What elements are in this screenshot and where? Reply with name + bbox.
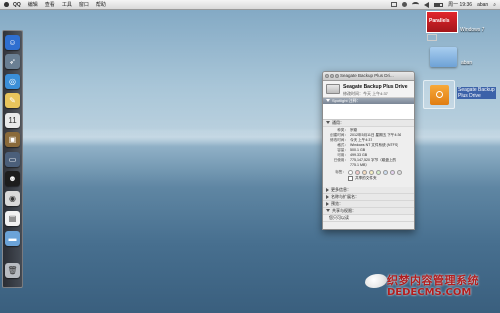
label-green-swatch[interactable] — [376, 169, 381, 175]
more-info-section[interactable]: 更多信息： — [323, 187, 414, 194]
general-info: 种类： 宗卷 创建时间： 2012年5月11日 星期五 下午4:36 修改时间： 今天 上… — [323, 127, 414, 169]
menu-item-view[interactable]: 查看 — [45, 1, 55, 8]
general-section-header[interactable]: 通用： — [323, 120, 414, 127]
home-folder-icon[interactable] — [430, 47, 457, 67]
menu-item-window[interactable]: 窗口 — [79, 1, 89, 8]
parallels-badge: Parallels — [429, 18, 450, 24]
box-icon[interactable] — [391, 2, 398, 7]
label-purple-swatch[interactable] — [390, 169, 395, 175]
trash-icon[interactable]: 🗑 — [5, 263, 20, 278]
preview-section[interactable]: 预览： — [323, 201, 414, 208]
close-button[interactable] — [325, 74, 329, 78]
watermark: 织梦内容管理系统 DEDECMS.COM — [365, 272, 495, 308]
safari-icon-glyph: ◎ — [9, 77, 16, 86]
wifi-icon[interactable] — [412, 2, 420, 7]
info-value: 775.1 MB） — [350, 163, 369, 167]
dot-icon[interactable] — [402, 2, 408, 7]
menu-item-tools[interactable]: 工具 — [62, 1, 72, 8]
menu-item-edit[interactable]: 编辑 — [28, 1, 38, 8]
watermark-line2: DEDECMS.COM — [387, 287, 472, 298]
disclosure-triangle-icon — [326, 209, 330, 213]
disclosure-triangle-icon — [326, 187, 329, 192]
external-drive-label: Seagate Backup Plus Drive — [457, 87, 496, 99]
folder-icon[interactable]: ▬ — [5, 231, 20, 246]
qq-icon-glyph: ☻ — [8, 174, 17, 183]
window-titlebar[interactable]: Seagate Backup Plus Dri... — [323, 72, 414, 81]
label-key: 标签： — [335, 170, 346, 174]
clock[interactable]: 周一 19:36 — [448, 1, 472, 8]
monitor-icon[interactable]: ▭ — [5, 152, 20, 167]
qq-icon[interactable]: ☻ — [5, 171, 20, 186]
disclosure-triangle-icon — [326, 201, 329, 206]
folder-icon-glyph: ▬ — [8, 234, 17, 243]
label-orange-swatch[interactable] — [362, 169, 367, 175]
usb-icon — [436, 91, 443, 98]
finder-icon-glyph: ☺ — [8, 38, 17, 47]
chrome-icon-glyph: ◉ — [9, 194, 16, 203]
photos-icon-glyph: ▣ — [8, 135, 17, 144]
sharing-permissions-section[interactable]: 共享与权限： — [323, 208, 414, 215]
info-key — [326, 163, 350, 168]
menu-bar: QQ 编辑 查看 工具 窗口 帮助 周一 19:36 aban ⌕ — [0, 0, 500, 10]
volume-name: Seagate Backup Plus Drive — [343, 84, 408, 90]
permissions-note: 您只可以读 — [323, 215, 414, 222]
spotlight-icon[interactable]: ⌕ — [493, 2, 496, 8]
menu-item-help[interactable]: 帮助 — [96, 1, 106, 8]
window-title: Seagate Backup Plus Dri... — [340, 73, 394, 78]
spotlight-comments-field[interactable] — [323, 104, 414, 120]
disclosure-triangle-icon — [326, 99, 330, 103]
notes-icon[interactable]: ✎ — [5, 93, 20, 108]
dock: ☺ ➶ ◎ ✎ 11 ▣ ▭ ☻ ◉ ▤ ▬ 🗑 — [2, 30, 23, 288]
info-header: Seagate Backup Plus Drive 修改时间：今天 上午4:37 — [323, 81, 414, 98]
calendar-icon-glyph: 11 — [8, 116, 17, 125]
label-gray-swatch[interactable] — [397, 169, 402, 175]
photos-icon[interactable]: ▣ — [5, 132, 20, 147]
finder-icon[interactable]: ☺ — [5, 35, 20, 50]
apple-icon[interactable] — [4, 2, 9, 7]
calendar-icon[interactable]: 11 — [5, 113, 20, 128]
label-blue-swatch[interactable] — [383, 169, 388, 175]
parallels-vm-icon[interactable]: Parallels — [426, 11, 458, 33]
monitor-icon-glyph: ▭ — [8, 155, 17, 164]
label-yellow-swatch[interactable] — [369, 169, 374, 175]
menu-app-name[interactable]: QQ — [13, 2, 21, 8]
disclosure-triangle-icon — [326, 121, 330, 125]
home-folder-label: aban — [461, 60, 473, 66]
document-icon[interactable]: ▤ — [5, 211, 20, 226]
info-row: 775.1 MB） — [326, 163, 411, 168]
rocket-icon-glyph: ➶ — [9, 57, 16, 66]
chrome-icon[interactable]: ◉ — [5, 191, 20, 206]
name-extension-section[interactable]: 名称与扩展名： — [323, 194, 414, 201]
drive-icon — [326, 84, 340, 94]
safari-icon[interactable]: ◎ — [5, 74, 20, 89]
monitor-small-icon — [427, 34, 437, 41]
watermark-line1: 织梦内容管理系统 — [387, 275, 479, 287]
external-drive-icon[interactable] — [423, 80, 455, 109]
label-red-swatch[interactable] — [355, 169, 360, 175]
parallels-vm-label: Windows 7 — [460, 27, 485, 33]
info-window: Seagate Backup Plus Dri... Seagate Backu… — [322, 71, 415, 230]
rocket-icon[interactable]: ➶ — [5, 54, 20, 69]
document-icon-glyph: ▤ — [8, 214, 17, 223]
label-none-swatch[interactable] — [348, 169, 353, 175]
zoom-button[interactable] — [335, 74, 339, 78]
checkbox-icon[interactable] — [348, 175, 353, 181]
speaker-icon[interactable] — [424, 1, 430, 8]
notes-icon-glyph: ✎ — [9, 96, 16, 105]
battery-icon[interactable] — [434, 2, 444, 7]
dedecms-logo-icon — [365, 274, 387, 288]
minimize-button[interactable] — [330, 74, 334, 78]
user-menu[interactable]: aban — [477, 2, 488, 8]
modified-time: 修改时间：今天 上午4:37 — [343, 91, 388, 96]
disclosure-triangle-icon — [326, 194, 329, 199]
trash-icon-glyph: 🗑 — [7, 266, 18, 275]
horizon-haze — [0, 128, 500, 146]
